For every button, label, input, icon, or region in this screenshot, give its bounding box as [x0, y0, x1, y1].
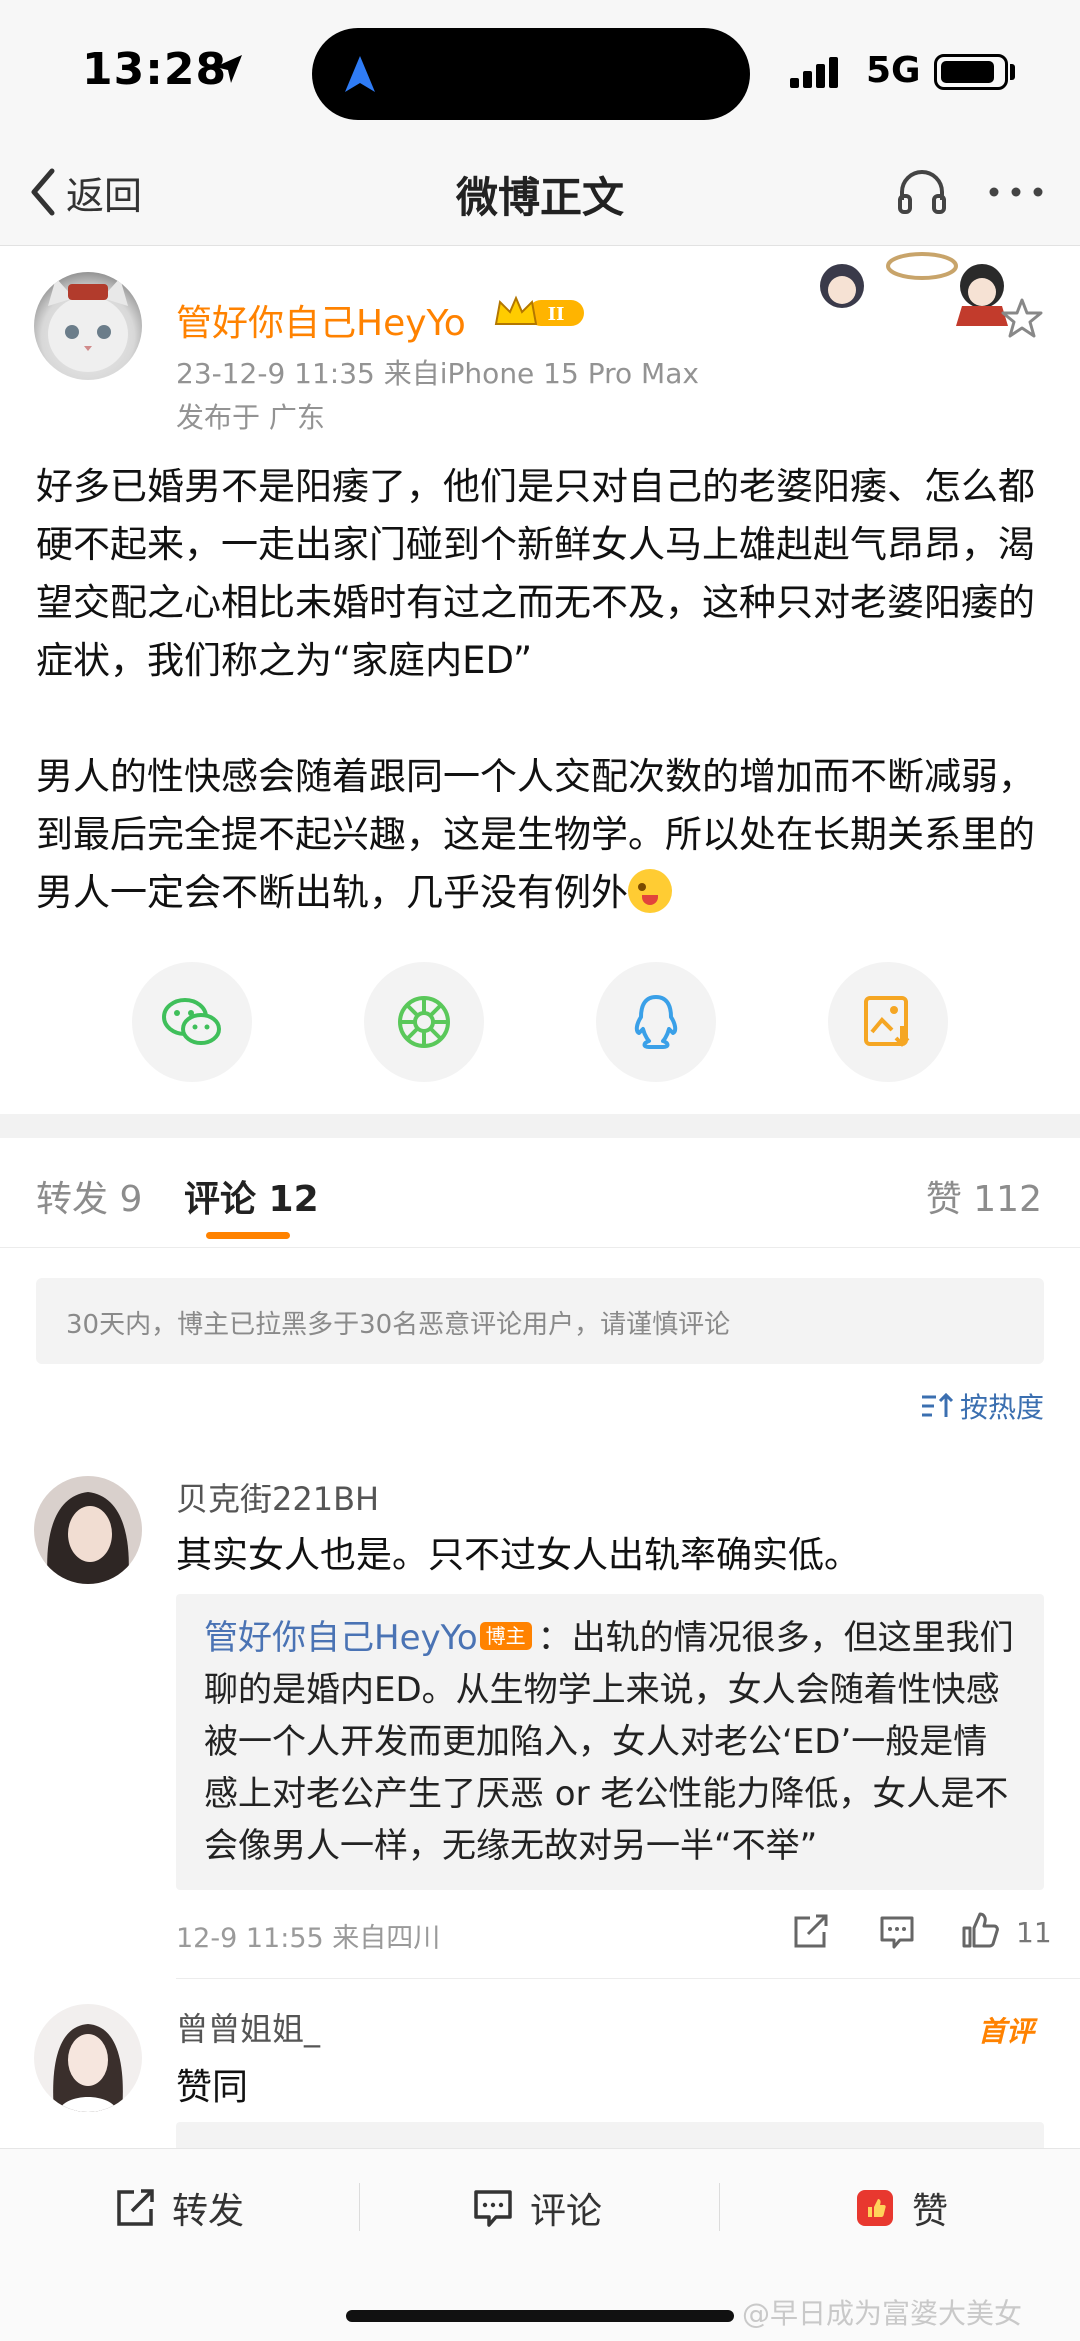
reply-box[interactable]: 管好你自己HeyYo 博主 ：出轨的情况很多，但这里我们聊的是婚内ED。从生物学上来… — [176, 1594, 1044, 1890]
tab-repost[interactable]: 转发 9 — [36, 1170, 142, 1222]
vip-crown-icon[interactable]: II — [492, 294, 588, 332]
location-arrow-icon — [215, 55, 242, 83]
moments-icon — [398, 996, 450, 1048]
tab-bar: 转发 9 评论 12 赞 112 — [0, 1138, 1080, 1248]
post-paragraph-1: 好多已婚男不是阳痿了，他们是只对自己的老婆阳痿、怎么都硬不起来，一走出家门碰到个… — [36, 465, 1035, 682]
tab-indicator — [206, 1232, 290, 1239]
toolbar-repost-label: 转发 — [172, 2191, 245, 2232]
like-icon — [857, 2190, 893, 2226]
save-image-button[interactable] — [828, 962, 948, 1082]
post: 管好你自己HeyYo II 23-12-9 11:35 来自iPhone 15 … — [0, 246, 1080, 1114]
favorite-star-icon[interactable] — [1000, 296, 1044, 340]
blogger-badge: 博主 — [479, 1622, 532, 1650]
battery-fill — [941, 61, 994, 83]
comment-text: 赞同 — [176, 2067, 249, 2108]
tab-comment[interactable]: 评论 12 — [184, 1170, 319, 1222]
toolbar-separator — [719, 2183, 720, 2231]
share-qq-button[interactable] — [596, 962, 716, 1082]
battery-tip — [1010, 64, 1015, 80]
share-moments-button[interactable] — [364, 962, 484, 1082]
section-gap — [0, 1114, 1080, 1138]
post-paragraph-2-wrap: 男人的性快感会随着跟同一个人交配次数的增加而不断减弱，到最后完全提不起兴趣，这是… — [36, 748, 1052, 922]
toolbar-like-button[interactable]: 赞 — [854, 2177, 948, 2239]
back-label: 返回 — [66, 173, 143, 218]
commenter-name[interactable]: 贝克街221BH — [176, 1474, 379, 1520]
reply-author[interactable]: 管好你自己HeyYo — [204, 1618, 478, 1658]
wechat-icon — [162, 998, 221, 1045]
post-location: 发布于 广东 — [176, 401, 325, 434]
share-wechat-button[interactable] — [132, 962, 252, 1082]
comment-meta: 12-9 11:55 来自四川 — [176, 1923, 441, 1954]
signal-icon — [790, 57, 838, 88]
first-comment-badge: 首评 — [978, 2015, 1035, 2048]
commenter-avatar[interactable] — [34, 1476, 142, 1584]
nav-bar: 返回 微博正文 — [0, 140, 1080, 246]
avatar-photo — [34, 2004, 142, 2112]
sort-icon — [921, 1392, 954, 1417]
post-meta: 23-12-9 11:35 来自iPhone 15 Pro Max — [176, 357, 699, 390]
tongue-out-emoji-icon — [628, 869, 672, 913]
like-count: 11 — [1016, 1916, 1052, 1949]
tab-like[interactable]: 赞 112 — [926, 1170, 1042, 1222]
save-image-icon — [864, 996, 910, 1047]
thumbs-up-icon[interactable] — [960, 1910, 1000, 1950]
chevron-left-icon — [31, 168, 55, 216]
toolbar-comment-button[interactable]: 评论 — [472, 2177, 602, 2239]
status-time: 13:28 — [82, 44, 228, 95]
post-body: 好多已婚男不是阳痿了，他们是只对自己的老婆阳痿、怎么都硬不起来，一走出家门碰到个… — [36, 458, 1052, 922]
avatar-photo — [34, 1476, 142, 1584]
sort-button[interactable]: 按热度 — [920, 1386, 1044, 1426]
more-options-icon[interactable] — [986, 162, 1046, 222]
commenter-name[interactable]: 曾曾姐姐_ — [176, 2004, 320, 2050]
comment-icon[interactable] — [878, 1914, 916, 1950]
toolbar-repost-button[interactable]: 转发 — [114, 2177, 244, 2239]
comment-icon — [474, 2190, 512, 2227]
toolbar-comment-label: 评论 — [530, 2191, 603, 2232]
comment-divider — [176, 1978, 1080, 1979]
toolbar-separator — [359, 2183, 360, 2231]
author-avatar[interactable] — [34, 272, 142, 380]
navigation-icon — [345, 56, 375, 92]
cat-avatar-image — [48, 278, 128, 372]
svg-text:II: II — [548, 304, 565, 325]
comment-text: 其实女人也是。只不过女人出轨率确实低。 — [176, 1535, 861, 1576]
share-icon[interactable] — [792, 1914, 830, 1950]
sort-label: 按热度 — [959, 1391, 1044, 1424]
home-indicator — [346, 2310, 734, 2322]
toolbar-like-label: 赞 — [912, 2191, 949, 2232]
post-paragraph-2: 男人的性快感会随着跟同一个人交配次数的增加而不断减弱，到最后完全提不起兴趣，这是… — [36, 755, 1035, 914]
headphones-icon[interactable] — [894, 164, 950, 220]
network-type: 5G — [866, 50, 921, 91]
repost-icon — [117, 2189, 154, 2226]
back-button[interactable]: 返回 — [28, 162, 142, 222]
status-bar: 13:28 5G — [0, 0, 1080, 140]
dynamic-island — [312, 28, 750, 120]
comment-notice: 30天内，博主已拉黑多于30名恶意评论用户，请谨慎评论 — [36, 1278, 1044, 1364]
share-row — [0, 962, 1080, 1082]
watermark: @早日成为富婆大美女 — [742, 2297, 1023, 2330]
commenter-avatar[interactable] — [34, 2004, 142, 2112]
qq-icon — [634, 995, 678, 1049]
battery-icon — [934, 54, 1008, 90]
author-name[interactable]: 管好你自己HeyYo — [176, 294, 466, 346]
